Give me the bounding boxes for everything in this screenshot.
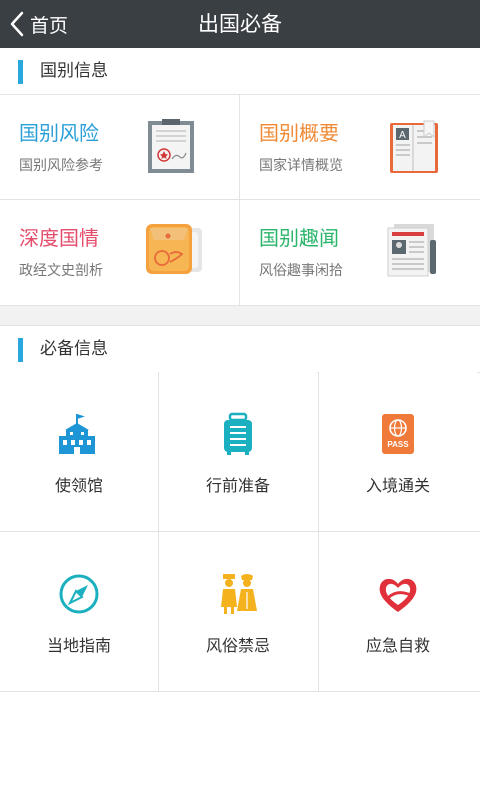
divider <box>0 691 480 692</box>
tile-embassy[interactable]: 使领馆 <box>0 372 158 531</box>
section-accent-bar <box>18 338 23 362</box>
card-subtitle: 国别风险参考 <box>19 158 103 174</box>
section-title: 国别信息 <box>40 61 108 81</box>
card-country-overview[interactable]: 国别概要 国家详情概览 A <box>240 95 479 199</box>
card-subtitle: 政经文史剖析 <box>19 263 103 279</box>
compass-icon <box>59 574 99 614</box>
top-bar: 首页 出国必备 <box>0 0 480 48</box>
section-gap <box>0 306 480 326</box>
essentials-grid: 使领馆 行前准备 PASS 入境通关 当地指南 风俗禁忌 应急自救 <box>0 372 480 692</box>
tile-customs-taboos[interactable]: 风俗禁忌 <box>159 532 317 691</box>
page-title: 出国必备 <box>198 12 282 36</box>
tile-label: 行前准备 <box>205 476 270 495</box>
tile-emergency[interactable]: 应急自救 <box>319 532 477 691</box>
card-title: 国别趣闻 <box>259 226 339 250</box>
card-title: 深度国情 <box>19 226 99 250</box>
card-country-risk[interactable]: 国别风险 国别风险参考 <box>0 95 239 199</box>
svg-text:A: A <box>399 130 406 141</box>
tile-customs[interactable]: PASS 入境通关 <box>319 372 477 531</box>
book-icon: A <box>390 120 438 173</box>
embassy-icon <box>59 414 95 454</box>
card-subtitle: 风俗趣事闲拾 <box>259 263 343 279</box>
certificate-icon <box>148 119 194 173</box>
svg-text:PASS: PASS <box>387 440 409 449</box>
card-title: 国别风险 <box>19 121 99 145</box>
people-icon <box>221 574 257 614</box>
tile-label: 应急自救 <box>365 636 430 655</box>
newspaper-icon <box>387 224 436 277</box>
card-title: 国别概要 <box>259 121 339 145</box>
luggage-icon <box>224 412 252 455</box>
heart-icon <box>379 578 417 612</box>
section-header-country: 国别信息 <box>0 48 480 95</box>
tile-local-guide[interactable]: 当地指南 <box>0 532 158 691</box>
section-header-essential: 必备信息 <box>0 326 480 373</box>
tile-label: 当地指南 <box>46 636 111 655</box>
tile-label: 入境通关 <box>365 476 430 495</box>
section-accent-bar <box>18 60 23 84</box>
country-info-grid: 国别风险 国别风险参考 国别概要 国家详情概览 A 深度国情 政经文史剖析 国别… <box>0 95 480 306</box>
card-country-anecdotes[interactable]: 国别趣闻 风俗趣事闲拾 <box>240 200 479 304</box>
card-subtitle: 国家详情概览 <box>259 158 343 174</box>
section-title: 必备信息 <box>40 339 108 359</box>
card-country-depth[interactable]: 深度国情 政经文史剖析 <box>0 200 239 304</box>
passport-icon: PASS <box>382 414 414 454</box>
folder-icon <box>146 224 202 274</box>
tile-label: 风俗禁忌 <box>205 636 270 655</box>
tile-preparation[interactable]: 行前准备 <box>159 372 317 531</box>
tile-label: 使领馆 <box>54 476 103 495</box>
